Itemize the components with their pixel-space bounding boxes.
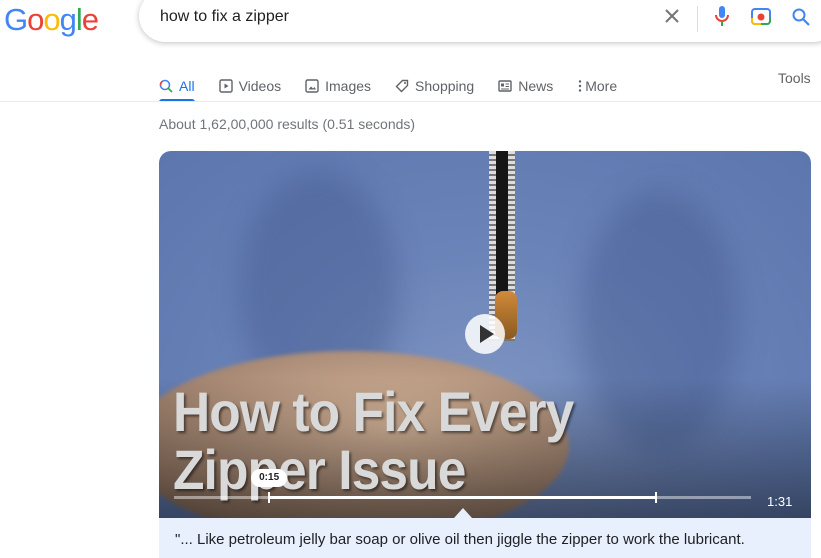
google-logo[interactable]: Google: [4, 2, 99, 38]
video-player[interactable]: How to Fix Every Zipper Issue 0:15 1:31: [159, 151, 811, 518]
video-duration: 1:31: [767, 494, 793, 509]
tab-images[interactable]: Images: [305, 70, 371, 101]
logo-letter: G: [4, 2, 28, 37]
video-caption: "... Like petroleum jelly bar soap or ol…: [159, 518, 811, 558]
search-icon: [159, 79, 173, 93]
key-moment-end-marker: [654, 492, 657, 503]
tab-more[interactable]: More: [577, 70, 617, 101]
search-box: [139, 0, 821, 42]
more-vert-icon: [579, 79, 582, 92]
tab-news[interactable]: News: [498, 70, 553, 101]
camera-lens-icon[interactable]: [750, 6, 772, 26]
search-input[interactable]: [160, 8, 640, 26]
play-square-icon: [218, 78, 233, 93]
key-moment-segment[interactable]: [269, 496, 656, 499]
result-stats: About 1,62,00,000 results (0.51 seconds): [159, 116, 416, 132]
tab-label: Videos: [238, 77, 282, 94]
tab-label: All: [179, 77, 195, 94]
tab-label: More: [585, 77, 618, 94]
tools-button[interactable]: Tools: [778, 70, 811, 87]
zipper-gap: [496, 151, 508, 301]
newspaper-icon: [498, 79, 512, 92]
logo-letter: o: [27, 2, 44, 37]
tag-icon: [395, 79, 409, 92]
tab-all[interactable]: All: [159, 70, 195, 102]
video-overlay-title: How to Fix Every Zipper Issue: [173, 380, 574, 501]
divider: [697, 6, 698, 32]
tab-shopping[interactable]: Shopping: [395, 70, 474, 101]
logo-letter: o: [43, 2, 60, 37]
tab-label: Images: [325, 77, 372, 94]
search-tabs: All Videos Images Shopping News More: [159, 70, 641, 102]
logo-letter: e: [81, 2, 99, 37]
logo-letter: g: [59, 2, 77, 37]
play-icon[interactable]: [465, 314, 505, 354]
close-icon[interactable]: [663, 7, 681, 25]
key-moment-start-marker: [268, 492, 271, 503]
caption-pointer: [454, 508, 472, 518]
tab-label: Shopping: [415, 77, 475, 94]
image-icon: [305, 78, 319, 93]
divider: [0, 101, 821, 102]
video-progress-track[interactable]: [174, 492, 751, 503]
tab-label: News: [518, 77, 554, 94]
tab-videos[interactable]: Videos: [218, 70, 282, 101]
search-icon[interactable]: [791, 7, 811, 27]
key-moment-label: 0:15: [251, 469, 288, 487]
microphone-icon[interactable]: [714, 5, 730, 29]
